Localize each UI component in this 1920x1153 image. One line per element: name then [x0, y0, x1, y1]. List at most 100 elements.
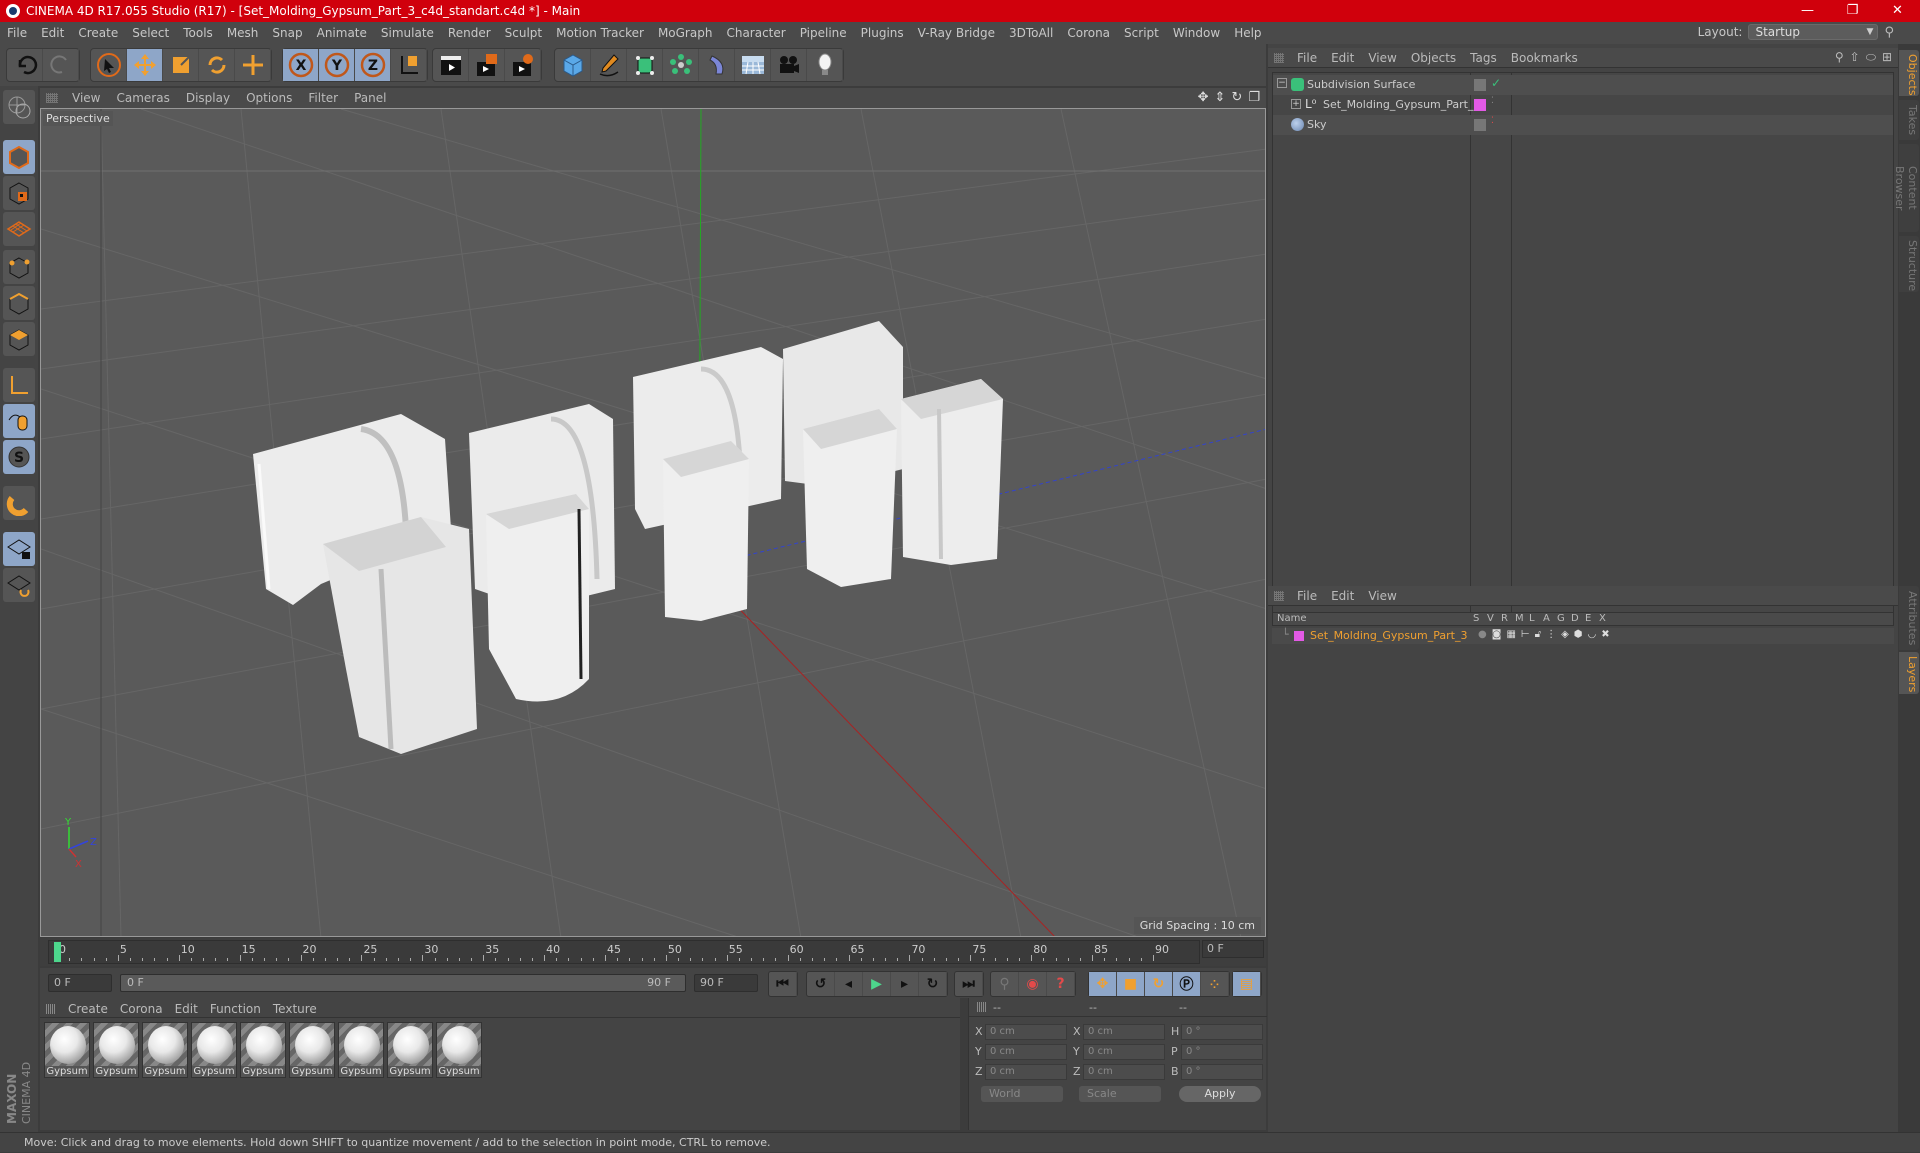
- viewport-menu-view[interactable]: View: [64, 91, 108, 105]
- floor-icon[interactable]: [735, 49, 771, 81]
- material-menu-create[interactable]: Create: [62, 1002, 114, 1016]
- menu-script[interactable]: Script: [1117, 26, 1166, 40]
- xref-toggle-icon[interactable]: ✖: [1601, 629, 1609, 640]
- menu-tools[interactable]: Tools: [176, 26, 220, 40]
- object-name[interactable]: Set_Molding_Gypsum_Part_3: [1323, 95, 1480, 115]
- expand-icon[interactable]: +: [1291, 99, 1301, 109]
- model-mode-icon[interactable]: [3, 140, 35, 174]
- home-icon[interactable]: ⇧: [1850, 50, 1860, 65]
- layers-menu-file[interactable]: File: [1290, 589, 1324, 603]
- visibility-dots-icon[interactable]: ⁚: [1491, 96, 1494, 106]
- generators-toggle-icon[interactable]: ◈: [1561, 629, 1569, 640]
- lock-toggle-icon[interactable]: 🔓︎: [1535, 629, 1541, 640]
- rotation-b-field[interactable]: 0 °: [1181, 1064, 1263, 1080]
- menu-select[interactable]: Select: [125, 26, 176, 40]
- orbit-view-icon[interactable]: ↻: [1231, 90, 1242, 105]
- y-axis-icon[interactable]: Y: [319, 49, 355, 81]
- view-toggle-icon[interactable]: ◙: [1492, 629, 1502, 640]
- minimize-button[interactable]: —: [1785, 0, 1830, 22]
- enabled-check-icon[interactable]: ✓: [1491, 76, 1501, 90]
- next-key-icon[interactable]: ↻: [919, 972, 947, 996]
- frame-range-slider[interactable]: 0 F 90 F: [120, 974, 686, 992]
- deformer-icon[interactable]: [699, 49, 735, 81]
- playhead[interactable]: [54, 942, 61, 962]
- menu-mesh[interactable]: Mesh: [220, 26, 266, 40]
- tab-content-browser[interactable]: Content Browser: [1899, 144, 1919, 232]
- cube-icon[interactable]: [555, 49, 591, 81]
- key-scale-icon[interactable]: ■: [1117, 972, 1145, 996]
- render-settings-icon[interactable]: [505, 49, 541, 81]
- search-icon[interactable]: ⚲: [1884, 25, 1894, 40]
- tab-objects[interactable]: Objects: [1899, 50, 1919, 96]
- next-frame-icon[interactable]: ▸: [891, 972, 919, 996]
- rotation-p-field[interactable]: 0 °: [1181, 1044, 1263, 1060]
- viewport-menu-display[interactable]: Display: [178, 91, 238, 105]
- make-editable-icon[interactable]: [3, 90, 35, 124]
- coordinate-system-icon[interactable]: [391, 49, 427, 81]
- position-z-field[interactable]: 0 cm: [985, 1064, 1067, 1080]
- viewport-menu-cameras[interactable]: Cameras: [108, 91, 177, 105]
- key-rotation-icon[interactable]: ↻: [1145, 972, 1173, 996]
- polygons-mode-icon[interactable]: [3, 322, 35, 356]
- menu-snap[interactable]: Snap: [265, 26, 309, 40]
- layer-color-swatch[interactable]: [1474, 99, 1486, 111]
- visibility-dots-icon[interactable]: ⁚: [1491, 116, 1494, 126]
- panel-grip[interactable]: [46, 93, 58, 103]
- start-frame-field[interactable]: 0 F: [48, 974, 112, 992]
- snap-icon[interactable]: [3, 486, 35, 520]
- menu-help[interactable]: Help: [1227, 26, 1268, 40]
- objects-menu-view[interactable]: View: [1361, 51, 1403, 65]
- menu-motion-tracker[interactable]: Motion Tracker: [549, 26, 651, 40]
- cloner-icon[interactable]: [663, 49, 699, 81]
- objects-menu-objects[interactable]: Objects: [1404, 51, 1463, 65]
- menu-edit[interactable]: Edit: [34, 26, 71, 40]
- live-transform-icon[interactable]: [235, 49, 271, 81]
- render-toggle-icon[interactable]: ▦: [1506, 629, 1515, 640]
- layers-column-g[interactable]: G: [1557, 613, 1565, 624]
- layer-row[interactable]: └ Set_Molding_Gypsum_Part_3 ● ◙ ▦ ⊢ 🔓︎ ⋮…: [1272, 628, 1894, 644]
- material-swatch[interactable]: Gypsum: [436, 1022, 482, 1078]
- workplane-icon[interactable]: [3, 212, 35, 246]
- menu-create[interactable]: Create: [71, 26, 125, 40]
- layers-column-a[interactable]: A: [1543, 613, 1550, 624]
- filter-icon[interactable]: ⬭: [1866, 50, 1876, 65]
- menu-v-ray-bridge[interactable]: V-Ray Bridge: [911, 26, 1002, 40]
- layers-column-x[interactable]: X: [1599, 613, 1606, 624]
- layers-column-r[interactable]: R: [1501, 613, 1508, 624]
- menu-window[interactable]: Window: [1166, 26, 1227, 40]
- subdivision-icon[interactable]: [627, 49, 663, 81]
- panel-grip[interactable]: [1274, 53, 1284, 63]
- material-swatch[interactable]: Gypsum: [289, 1022, 335, 1078]
- menu-character[interactable]: Character: [719, 26, 792, 40]
- goto-end-icon[interactable]: ⏭: [955, 972, 983, 996]
- material-menu-function[interactable]: Function: [204, 1002, 267, 1016]
- move-icon[interactable]: [127, 49, 163, 81]
- objects-menu-bookmarks[interactable]: Bookmarks: [1504, 51, 1585, 65]
- rotate-icon[interactable]: [199, 49, 235, 81]
- menu-3dtoall[interactable]: 3DToAll: [1002, 26, 1060, 40]
- menu-plugins[interactable]: Plugins: [854, 26, 911, 40]
- object-row-subdivision[interactable]: − Subdivision Surface ✓: [1273, 75, 1893, 95]
- expressions-toggle-icon[interactable]: ◡: [1588, 629, 1597, 640]
- transform-mode-dropdown[interactable]: Scale: [1079, 1086, 1161, 1102]
- material-menu-corona[interactable]: Corona: [114, 1002, 169, 1016]
- axis-mode-icon[interactable]: [3, 368, 35, 402]
- animation-toggle-icon[interactable]: ⋮: [1546, 629, 1556, 640]
- workplane-lock-icon[interactable]: [3, 532, 35, 566]
- undo-icon[interactable]: [7, 49, 43, 81]
- material-swatch[interactable]: Gypsum: [240, 1022, 286, 1078]
- menu-sculpt[interactable]: Sculpt: [498, 26, 549, 40]
- edges-mode-icon[interactable]: [3, 286, 35, 320]
- timeline-ruler[interactable]: 051015202530354045505560657075808590: [48, 940, 1200, 964]
- material-swatch[interactable]: Gypsum: [387, 1022, 433, 1078]
- autokey-icon[interactable]: ◉: [1019, 972, 1047, 996]
- prev-key-icon[interactable]: ↺: [807, 972, 835, 996]
- key-pla-icon[interactable]: ⁘: [1201, 972, 1229, 996]
- x-axis-icon[interactable]: X: [283, 49, 319, 81]
- new-window-icon[interactable]: ⊞: [1882, 50, 1892, 65]
- position-x-field[interactable]: 0 cm: [985, 1024, 1067, 1040]
- size-y-field[interactable]: 0 cm: [1083, 1044, 1165, 1060]
- viewport-menu-filter[interactable]: Filter: [300, 91, 346, 105]
- panel-grip[interactable]: [46, 1004, 56, 1014]
- menu-render[interactable]: Render: [441, 26, 498, 40]
